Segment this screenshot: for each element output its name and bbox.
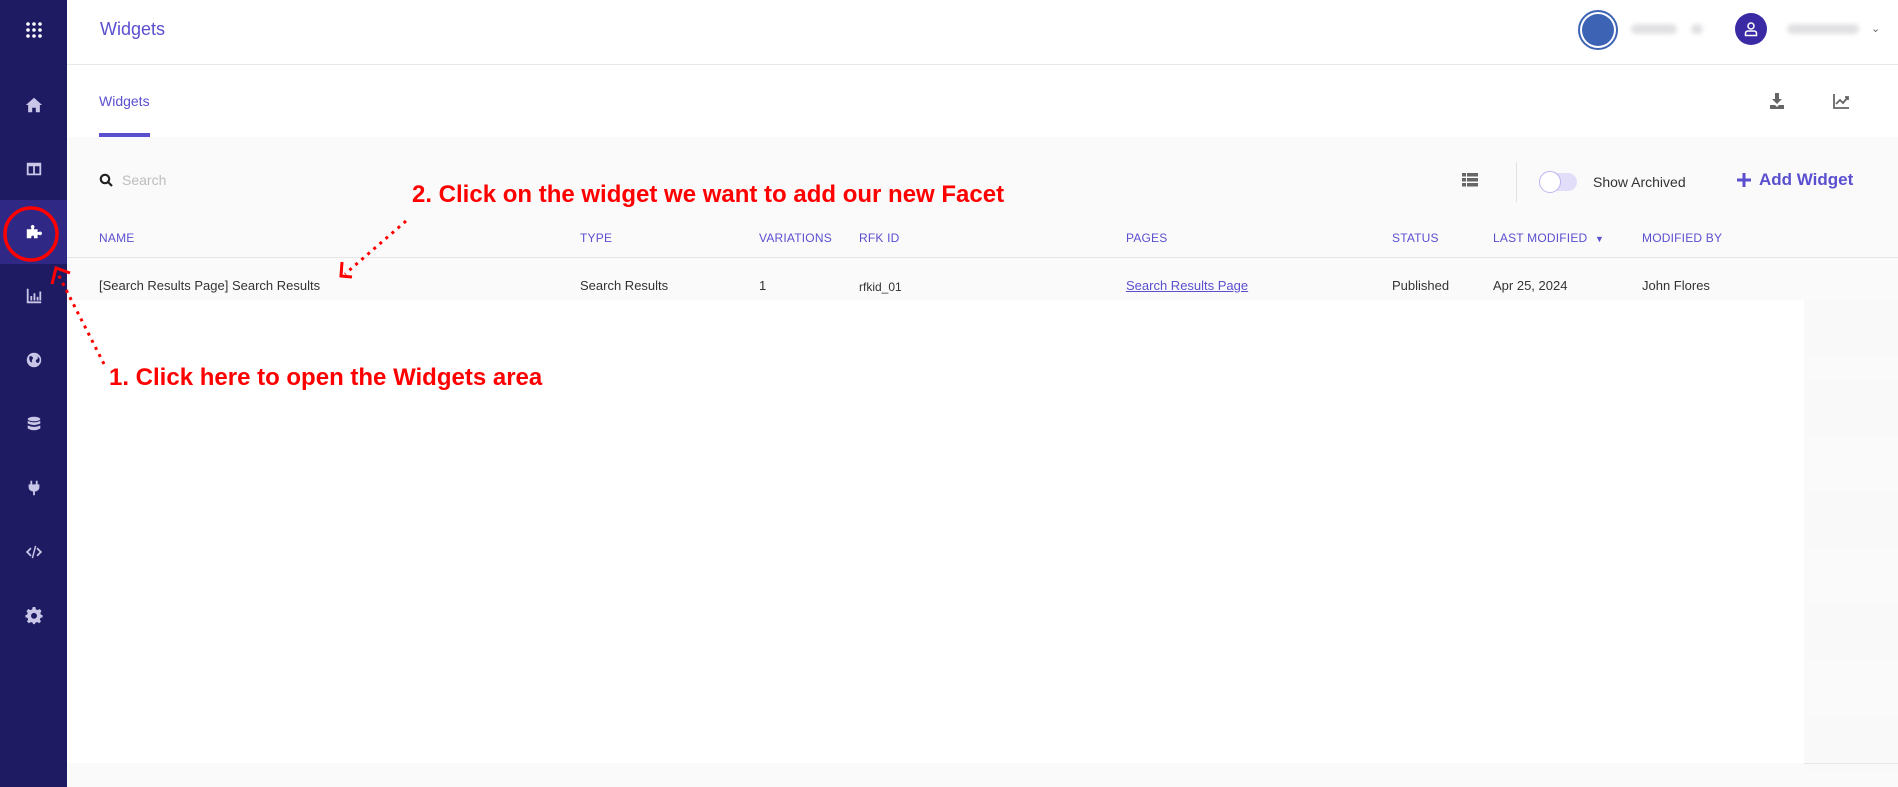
loading-placeholder	[1804, 493, 1898, 549]
sidebar-item-home[interactable]	[0, 73, 67, 137]
user-avatar[interactable]	[1735, 13, 1767, 45]
search-icon	[99, 173, 113, 187]
top-header: Widgets ⌄	[67, 0, 1898, 65]
plus-icon	[1737, 173, 1751, 187]
sidebar-item-integrations[interactable]	[0, 456, 67, 520]
columns-icon	[26, 162, 41, 176]
cell-modified-by: John Flores	[1642, 278, 1710, 293]
download-icon	[1770, 93, 1784, 109]
org-chevron-redacted	[1691, 24, 1703, 34]
widgets-content: Show Archived Add Widget Name Type Varia…	[67, 137, 1898, 787]
divider	[1804, 763, 1898, 764]
trend-chart-icon	[1833, 94, 1849, 109]
analytics-button[interactable]	[1829, 89, 1853, 113]
loading-placeholder	[1804, 300, 1898, 356]
table-toolbar: Show Archived Add Widget	[67, 137, 1898, 223]
cell-last-modified: Apr 25, 2024	[1493, 278, 1568, 293]
bar-chart-icon	[26, 288, 41, 304]
loading-placeholder	[1804, 381, 1898, 437]
show-archived-label: Show Archived	[1593, 174, 1686, 190]
sidebar-item-analytics[interactable]	[0, 264, 67, 328]
database-icon	[27, 416, 40, 431]
sidebar	[0, 0, 67, 787]
widgets-table: Name Type Variations RFK ID Pages Status…	[67, 223, 1898, 300]
user-menu-chevron-icon[interactable]: ⌄	[1871, 22, 1880, 35]
plug-icon	[28, 480, 39, 496]
tab-widgets[interactable]: Widgets	[99, 65, 150, 137]
page-link[interactable]: Search Results Page	[1126, 278, 1248, 293]
column-header-last-modified-label: Last Modified	[1493, 231, 1588, 245]
grid-icon	[25, 22, 42, 38]
cell-rfk-id: rfkid_01	[859, 280, 902, 294]
sidebar-item-settings[interactable]	[0, 584, 67, 648]
cell-pages: Search Results Page	[1126, 278, 1248, 293]
download-button[interactable]	[1765, 89, 1789, 113]
table-header: Name Type Variations RFK ID Pages Status…	[67, 223, 1898, 258]
sidebar-item-developer[interactable]	[0, 520, 67, 584]
cell-variations: 1	[759, 278, 767, 293]
column-header-last-modified[interactable]: Last Modified ▼	[1493, 231, 1604, 245]
list-view-icon[interactable]	[1462, 173, 1478, 187]
org-avatar[interactable]	[1578, 10, 1618, 50]
globe-icon	[26, 352, 41, 368]
puzzle-icon	[26, 224, 42, 239]
add-widget-label: Add Widget	[1759, 170, 1854, 189]
cell-status: Published	[1392, 278, 1450, 293]
toolbar-divider	[1516, 162, 1517, 202]
column-header-name[interactable]: Name	[99, 231, 134, 245]
loading-placeholder	[1804, 717, 1898, 773]
sidebar-item-data[interactable]	[0, 392, 67, 456]
sidebar-item-global[interactable]	[0, 328, 67, 392]
add-widget-button[interactable]: Add Widget	[1737, 170, 1853, 190]
column-header-type[interactable]: Type	[580, 231, 612, 245]
page-title: Widgets	[100, 19, 166, 39]
table-row[interactable]: [Search Results Page] Search Results Sea…	[67, 258, 1898, 300]
tab-bar: Widgets	[67, 65, 1898, 137]
column-header-modified-by[interactable]: Modified By	[1642, 231, 1722, 245]
show-archived-toggle[interactable]	[1539, 171, 1577, 193]
column-header-pages[interactable]: Pages	[1126, 231, 1167, 245]
column-header-variations[interactable]: Variations	[759, 231, 832, 245]
org-name-redacted	[1631, 24, 1677, 34]
code-icon	[25, 545, 42, 559]
step1-annotation: 1. Click here to open the Widgets area	[109, 364, 543, 391]
step2-annotation: 2. Click on the widget we want to add ou…	[412, 181, 1005, 208]
loading-placeholder	[1804, 605, 1898, 661]
user-name-redacted	[1787, 24, 1859, 34]
sidebar-item-dashboard[interactable]	[0, 137, 67, 201]
cell-type: Search Results	[580, 278, 669, 293]
gear-icon	[24, 607, 43, 625]
sort-desc-icon: ▼	[1594, 234, 1605, 244]
home-icon	[25, 97, 42, 113]
user-icon	[1744, 22, 1758, 37]
column-header-rfk-id[interactable]: RFK ID	[859, 231, 900, 245]
sidebar-item-widgets[interactable]	[0, 200, 67, 264]
column-header-status[interactable]: Status	[1392, 231, 1439, 245]
search-input[interactable]	[122, 169, 422, 191]
app-switcher-button[interactable]	[0, 0, 67, 60]
cell-name: [Search Results Page] Search Results	[99, 278, 321, 293]
